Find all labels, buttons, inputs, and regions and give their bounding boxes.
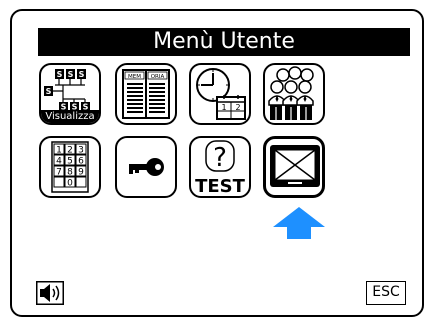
svg-text:S: S: [57, 70, 63, 79]
users-group-tile[interactable]: [263, 63, 325, 125]
up-arrow-icon: [273, 207, 325, 239]
key-icon: [129, 158, 164, 176]
svg-text:S: S: [68, 70, 74, 79]
page-title: Menù Utente: [38, 28, 410, 56]
test-icon: ? TEST: [195, 140, 246, 196]
svg-text:S: S: [79, 70, 85, 79]
keypad-icon: 1 2 3 4 5 6 7 8 9 0: [51, 141, 89, 193]
memoria-tile[interactable]: MEM ORIA: [115, 63, 177, 125]
question-mark: ?: [213, 143, 227, 173]
users-group-icon: [268, 66, 314, 120]
key-9: 9: [78, 168, 84, 178]
clock-calendar-tile[interactable]: 1 2: [189, 63, 251, 125]
monitor-tile[interactable]: [263, 136, 325, 198]
visualizza-tile[interactable]: S S S S S S S Visualizza: [39, 63, 101, 125]
key-tile[interactable]: [115, 136, 177, 198]
key-8: 8: [67, 168, 73, 178]
svg-text:S: S: [46, 87, 52, 96]
key-6: 6: [78, 157, 84, 167]
key-3: 3: [78, 146, 84, 156]
key-4: 4: [56, 157, 62, 167]
key-0: 0: [67, 179, 73, 189]
test-tile[interactable]: ? TEST: [189, 136, 251, 198]
visualizza-label: Visualizza: [41, 110, 99, 123]
monitor-icon: [270, 145, 320, 187]
key-7: 7: [56, 168, 62, 178]
memoria-book-icon: MEM ORIA: [122, 69, 170, 119]
speaker-icon[interactable]: [36, 281, 64, 305]
svg-text:1: 1: [221, 103, 226, 112]
svg-text:2: 2: [235, 103, 240, 112]
book-text-right: ORIA: [151, 74, 165, 80]
key-1: 1: [56, 146, 62, 156]
key-5: 5: [67, 157, 73, 167]
esc-button[interactable]: ESC: [366, 281, 406, 305]
clock-calendar-icon: 1 2: [196, 68, 246, 120]
book-text-left: MEM: [128, 74, 141, 80]
test-label: TEST: [195, 176, 246, 196]
keypad-tile[interactable]: 1 2 3 4 5 6 7 8 9 0: [39, 136, 101, 198]
key-2: 2: [67, 146, 73, 156]
